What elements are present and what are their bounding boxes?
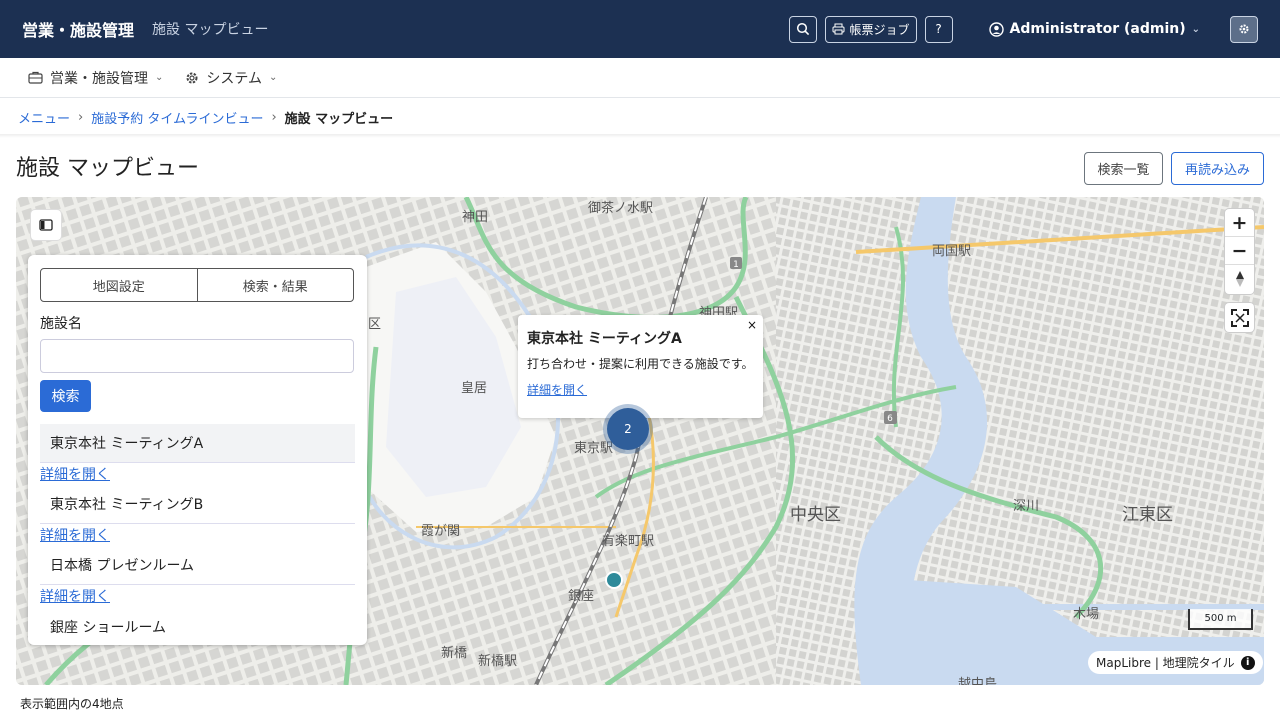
search-button[interactable] (788, 15, 817, 43)
facility-name-input[interactable] (40, 339, 354, 373)
result-item[interactable]: 日本橋 プレゼンルーム (40, 546, 355, 585)
user-icon (988, 21, 1004, 37)
print-jobs-label: 帳票ジョブ (849, 22, 910, 37)
navbar-actions: 帳票ジョブ ? Administrator (admin) ⌄ (788, 15, 1258, 43)
result-item[interactable]: 東京本社 ミーティングA (40, 424, 355, 463)
map-label-fukagawa: 深川 (1013, 499, 1040, 514)
attribution-text[interactable]: MapLibre | 地理院タイル (1096, 654, 1235, 671)
result-detail-link[interactable]: 詳細を開く (40, 585, 355, 607)
user-menu[interactable]: Administrator (admin) ⌄ (988, 21, 1200, 37)
help-button[interactable]: ? (924, 15, 953, 43)
chevron-down-icon: ⌄ (268, 72, 278, 83)
user-name: Administrator (admin) (1009, 21, 1186, 37)
breadcrumb: メニュー › 施設予約 タイムラインビュー › 施設 マップビュー (18, 108, 393, 127)
map-canvas[interactable]: 1 6 神田 御茶ノ水駅 神田駅 両国駅 皇居 区 東京駅 中央区 江東区 有楽… (16, 197, 1264, 685)
map-label-kiba: 木場 (1073, 607, 1100, 622)
map-label-kanda: 神田 (462, 210, 489, 225)
popup-description: 打ち合わせ・提案に利用できる施設です。 (527, 357, 754, 371)
search-list-button[interactable]: 検索一覧 (1084, 152, 1163, 185)
tab-map-settings[interactable]: 地図設定 (41, 269, 197, 301)
result-list: 東京本社 ミーティングA 詳細を開く 東京本社 ミーティングB 詳細を開く 日本… (40, 424, 355, 645)
app-brand[interactable]: 営業・施設管理 (22, 17, 134, 41)
map-label-yurakucho: 有楽町駅 (602, 534, 655, 549)
map-label-ku: 区 (368, 317, 382, 332)
popup-close-button[interactable]: × (747, 318, 757, 332)
facility-name-label: 施設名 (40, 316, 82, 332)
breadcrumb-separator: › (271, 110, 277, 125)
popup-detail-link[interactable]: 詳細を開く (527, 381, 587, 398)
compass-icon (1235, 271, 1244, 287)
menu-sales-facility[interactable]: 営業・施設管理 ⌄ (28, 68, 163, 88)
map-label-kokyo: 皇居 (461, 381, 488, 396)
top-navbar: 営業・施設管理 施設 マップビュー 帳票ジョブ ? Administrator … (0, 0, 1280, 58)
route-badge-6: 6 (887, 414, 893, 424)
menu-bar: 営業・施設管理 ⌄ システム ⌄ (0, 58, 1280, 98)
print-jobs-button[interactable]: 帳票ジョブ (824, 15, 917, 43)
info-icon[interactable]: i (1240, 655, 1255, 670)
menu-item-label: システム (206, 70, 262, 87)
search-panel: 地図設定 検索・結果 施設名 検索 東京本社 ミーティングA 詳細を開く 東京本… (28, 255, 367, 645)
sidebar-toggle-button[interactable] (31, 210, 61, 240)
settings-button[interactable] (1230, 15, 1258, 43)
menu-item-label: 営業・施設管理 (50, 70, 148, 87)
gear-icon (186, 72, 198, 83)
menu-system[interactable]: システム ⌄ (185, 68, 277, 88)
gear-icon (1239, 24, 1249, 34)
breadcrumb-divider (0, 134, 1280, 138)
map-label-tsukishima: 越中島 (958, 677, 998, 685)
zoom-control: + − (1225, 209, 1254, 294)
breadcrumb-menu[interactable]: メニュー (18, 108, 70, 127)
map-label-koto: 江東区 (1122, 505, 1173, 525)
result-item[interactable]: 東京本社 ミーティングB (40, 485, 355, 524)
search-icon (796, 22, 809, 36)
attribution: MapLibre | 地理院タイル i (1088, 651, 1263, 674)
result-detail-link[interactable]: 詳細を開く (40, 463, 355, 485)
facility-popup: × 東京本社 ミーティングA 打ち合わせ・提案に利用できる施設です。 詳細を開く (518, 315, 763, 425)
visible-count-status: 表示範囲内の4地点 (20, 697, 124, 711)
scale-bar: 500 m (1188, 609, 1253, 630)
route-badge-1: 1 (733, 260, 739, 270)
briefcase-icon (28, 71, 43, 84)
zoom-out-button[interactable]: − (1225, 237, 1254, 265)
compass-button[interactable] (1225, 265, 1254, 293)
map-label-shinbashi-station: 新橋駅 (478, 654, 518, 669)
printer-icon (832, 23, 844, 35)
map-label-ginza: 銀座 (568, 589, 595, 604)
popup-title: 東京本社 ミーティングA (527, 331, 682, 347)
cluster-marker[interactable]: 2 (607, 408, 649, 450)
tab-search-results[interactable]: 検索・結果 (196, 269, 354, 301)
result-item[interactable]: 銀座 ショールーム (40, 607, 355, 645)
map-label-chuo: 中央区 (790, 505, 841, 525)
zoom-in-button[interactable]: + (1225, 209, 1254, 237)
facility-search-button[interactable]: 検索 (40, 380, 91, 412)
breadcrumb-separator: › (78, 110, 84, 125)
map-label-kasumigaseki: 霞が関 (421, 524, 461, 539)
fullscreen-button[interactable] (1225, 303, 1254, 332)
breadcrumb-current: 施設 マップビュー (284, 112, 394, 127)
facility-marker[interactable] (605, 571, 623, 589)
page-subtitle: 施設 マップビュー (152, 22, 269, 38)
result-detail-link[interactable]: 詳細を開く (40, 524, 355, 546)
fullscreen-icon (1230, 308, 1249, 327)
map-label-ryogoku: 両国駅 (932, 244, 972, 259)
sidebar-icon (39, 219, 53, 231)
map-label-tokyo-station: 東京駅 (574, 441, 614, 456)
reload-button[interactable]: 再読み込み (1171, 152, 1264, 185)
map-label-ochanomizu: 御茶ノ水駅 (588, 201, 654, 216)
chevron-down-icon: ⌄ (1191, 23, 1200, 35)
breadcrumb-timeline[interactable]: 施設予約 タイムラインビュー (91, 108, 263, 127)
panel-tabs: 地図設定 検索・結果 (40, 268, 354, 302)
map-label-shinbashi: 新橋 (441, 646, 468, 661)
chevron-down-icon: ⌄ (155, 72, 164, 83)
page-title: 施設 マップビュー (16, 156, 199, 181)
